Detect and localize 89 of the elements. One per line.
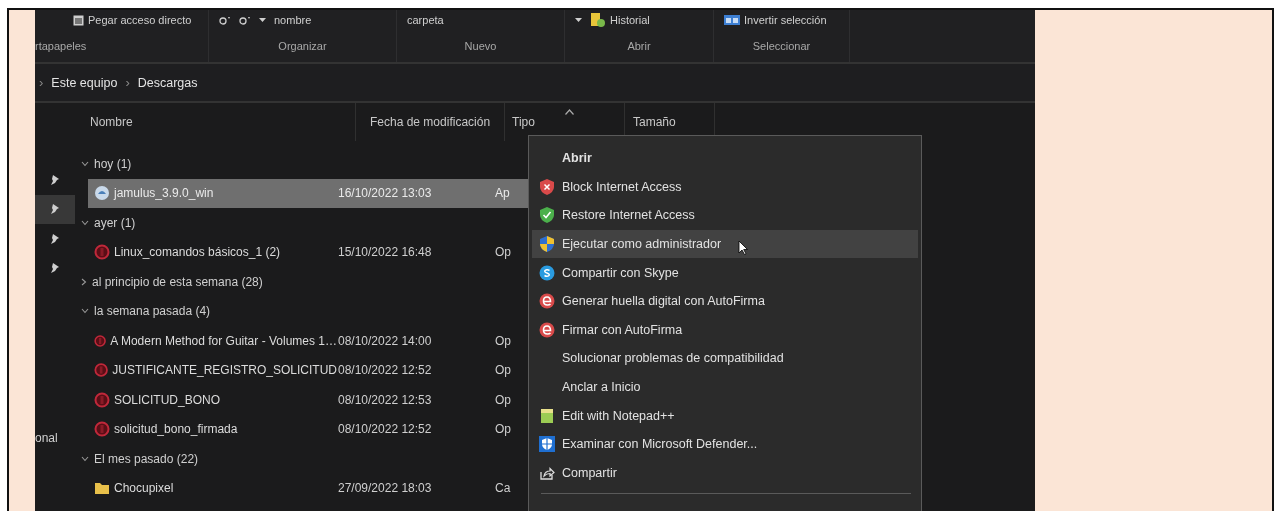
menu-item-label[interactable]: Generar huella digital con AutoFirma [562, 294, 765, 309]
file-date: 08/10/2022 12:53 [337, 392, 433, 407]
file-name: Linux_comandos básicos_1 (2) [114, 245, 281, 260]
file-name: A Modern Method for Guitar - Volumes 1… [110, 333, 337, 348]
pin-icon [50, 173, 60, 186]
group-header[interactable]: la semana pasada (4) [94, 304, 211, 319]
shield-icon [539, 436, 555, 453]
pdf-icon [94, 421, 110, 438]
file-date: 08/10/2022 12:52 [337, 363, 433, 378]
file-date: 08/10/2022 14:00 [337, 333, 433, 348]
expand-chevron-icon[interactable] [81, 308, 89, 315]
pdf-icon [94, 332, 107, 349]
expand-chevron-icon[interactable] [81, 455, 89, 462]
shield-check-icon [540, 207, 554, 224]
shield-icon [540, 178, 554, 195]
share-icon [539, 464, 555, 481]
pin-icon [50, 203, 60, 216]
command-label[interactable]: Pegar acceso directo [88, 14, 192, 26]
file-name: solicitud_bono_firmada [114, 422, 238, 437]
expand-chevron-icon[interactable] [81, 219, 89, 226]
menu-item-label[interactable]: Compartir [562, 465, 617, 480]
file-name: SOLICITUD_BONO [114, 392, 221, 407]
ribbon-command[interactable]: nombre [274, 14, 312, 26]
notepad-icon [540, 407, 554, 424]
file-name: jamulus_3.9.0_win [114, 186, 214, 201]
collapse-chevron-icon[interactable] [81, 277, 87, 286]
file-type: Op [494, 363, 511, 378]
file-type: Op [494, 392, 511, 407]
chat-icon [539, 264, 555, 281]
nav-item[interactable]: onal [35, 431, 58, 445]
menu-item-label[interactable]: Examinar con Microsoft Defender... [562, 437, 758, 452]
selection-icon[interactable] [724, 15, 740, 25]
menu-item-label[interactable]: Restore Internet Access [562, 208, 695, 223]
file-type: Ap [494, 186, 510, 201]
ribbon-command[interactable]: carpeta [407, 14, 444, 26]
breadcrumb[interactable]: Este equipo [51, 75, 118, 90]
file-date: 15/10/2022 16:48 [337, 245, 433, 260]
address-bar[interactable]: › Este equipo › Descargas [35, 64, 1035, 103]
signature-icon [539, 293, 555, 310]
menu-item-label[interactable]: Edit with Notepad++ [562, 408, 675, 423]
clipboard-icon[interactable] [73, 14, 84, 26]
breadcrumb-chevron[interactable]: › [39, 75, 44, 90]
group-header[interactable]: El mes pasado (22) [94, 451, 199, 466]
pin-icon [50, 232, 60, 245]
file-type: Ca [494, 481, 511, 496]
ribbon-group-label: Abrir [627, 40, 651, 52]
menu-item-label[interactable]: Compartir con Skype [562, 265, 679, 280]
file-type: Op [494, 333, 511, 348]
command-label[interactable]: Invertir selección [744, 14, 827, 26]
ribbon-group-label: Organizar [278, 40, 327, 52]
nav-item[interactable] [35, 194, 75, 224]
command-label[interactable]: Historial [610, 14, 650, 26]
group-header[interactable]: hoy (1) [94, 156, 132, 171]
file-type: Op [494, 422, 511, 437]
group-header[interactable]: ayer (1) [94, 215, 136, 230]
history-icon[interactable] [590, 12, 606, 28]
menu-item-label[interactable]: Abrir [562, 151, 592, 166]
file-date: 08/10/2022 12:52 [337, 422, 433, 437]
group-header[interactable]: al principio de esta semana (28) [92, 274, 263, 289]
expand-chevron-icon[interactable] [81, 160, 89, 167]
shield-icon [540, 236, 554, 253]
mouse-cursor-icon [738, 239, 748, 255]
menu-item-label[interactable]: Block Internet Access [562, 179, 682, 194]
column-header[interactable]: Nombre [75, 103, 356, 141]
column-header[interactable]: Fecha de modificación [356, 103, 505, 141]
ribbon-group-label: Nuevo [464, 40, 497, 52]
caret-icon[interactable] [259, 17, 266, 23]
menu-item-highlight[interactable]: Ejecutar como administrador [532, 229, 918, 259]
menu-item-label[interactable]: Solucionar problemas de compatibilidad [562, 351, 784, 366]
menu-item-label[interactable]: Firmar con AutoFirma [562, 322, 683, 337]
pdf-icon [94, 362, 109, 379]
menu-item-label[interactable]: Ejecutar como administrador [562, 237, 722, 252]
ribbon-group-label: Seleccionar [752, 40, 811, 52]
pin-icon [50, 262, 60, 275]
signature-icon [539, 321, 555, 338]
pdf-icon [94, 244, 110, 261]
file-date: 27/09/2022 18:03 [337, 481, 433, 496]
app-icon [94, 185, 110, 202]
file-type: Op [494, 245, 511, 260]
breadcrumb-chevron[interactable]: › [125, 75, 130, 90]
folder-icon [94, 481, 110, 496]
file-date: 16/10/2022 13:03 [337, 186, 433, 201]
file-name: JUSTIFICANTE_REGISTRO_SOLICITUD [112, 363, 337, 378]
file-name: Chocupixel [114, 481, 174, 496]
pdf-icon [94, 391, 110, 408]
ribbon-group-label: rtapapeles [35, 40, 87, 52]
caret-icon[interactable] [575, 17, 582, 23]
breadcrumb[interactable]: Descargas [137, 75, 198, 90]
menu-item-label[interactable]: Anclar a Inicio [562, 380, 641, 395]
